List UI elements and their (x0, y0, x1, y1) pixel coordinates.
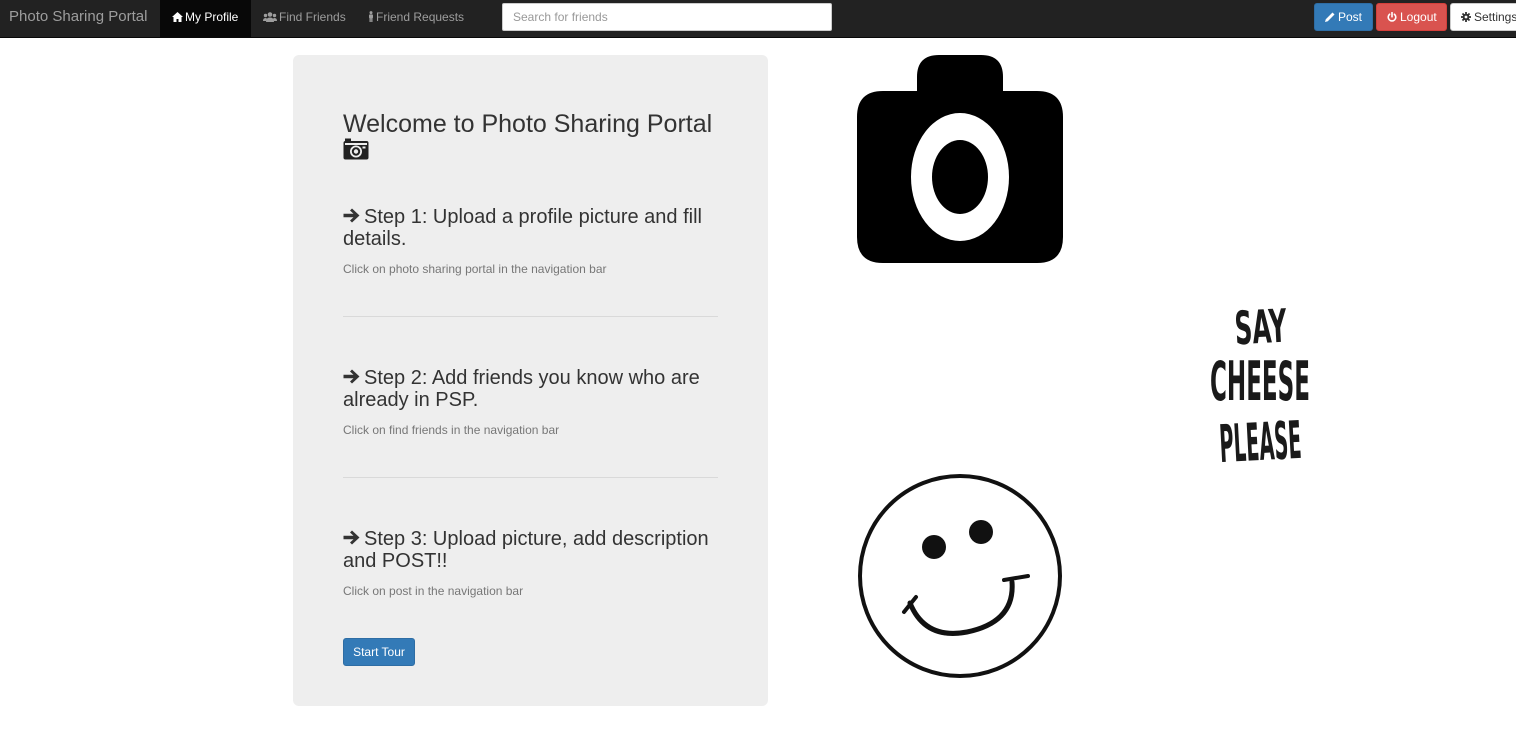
smiley-face-image (858, 474, 1062, 678)
welcome-title: Welcome to Photo Sharing Portal (343, 110, 713, 138)
step-1: Step 1: Upload a profile picture and fil… (343, 206, 733, 277)
top-navbar: Photo Sharing Portal My Profile Find Fri… (0, 0, 1516, 38)
welcome-panel: Welcome to Photo Sharing Portal Step 1: … (293, 55, 768, 706)
camera-icon (343, 138, 369, 160)
step-3: Step 3: Upload picture, add description … (343, 528, 733, 599)
step-3-description: Click on post in the navigation bar (343, 584, 524, 598)
search-input[interactable] (502, 3, 832, 31)
welcome-heading: Welcome to Photo Sharing Portal (343, 110, 733, 160)
power-icon (1387, 11, 1397, 22)
step-divider (343, 316, 718, 317)
step-1-description: Click on photo sharing portal in the nav… (343, 262, 607, 276)
arrow-right-icon (343, 530, 360, 545)
nav-find-friends-label: Find Friends (279, 10, 346, 24)
say-cheese-please-image: SAY CHEESE PLEASE (1210, 299, 1310, 470)
nav-my-profile[interactable]: My Profile (160, 0, 251, 37)
nav-friend-requests[interactable]: Friend Requests (356, 0, 476, 37)
camera-image (857, 55, 1063, 263)
user-icon (369, 11, 373, 23)
pencil-icon (1325, 12, 1335, 22)
brand-link[interactable]: Photo Sharing Portal (9, 0, 147, 34)
users-icon (263, 12, 277, 22)
say-cheese-line-1: SAY (1233, 299, 1288, 356)
step-2-description: Click on find friends in the navigation … (343, 423, 560, 437)
post-button-label: Post (1338, 10, 1363, 24)
step-2-heading-text: Step 2: Add friends you know who are alr… (343, 367, 700, 411)
start-tour-button[interactable]: Start Tour (343, 638, 415, 666)
nav-find-friends[interactable]: Find Friends (251, 0, 358, 37)
nav-friend-requests-label: Friend Requests (376, 10, 465, 24)
arrow-right-icon (343, 369, 360, 384)
nav-my-profile-label: My Profile (185, 10, 239, 24)
step-1-heading: Step 1: Upload a profile picture and fil… (343, 206, 733, 250)
arrow-right-icon (343, 208, 360, 223)
step-3-heading-text: Step 3: Upload picture, add description … (343, 528, 709, 572)
gear-icon (1461, 11, 1471, 22)
step-1-heading-text: Step 1: Upload a profile picture and fil… (343, 206, 702, 250)
home-icon (172, 11, 183, 22)
step-3-heading: Step 3: Upload picture, add description … (343, 528, 733, 572)
logout-button[interactable]: Logout (1376, 3, 1447, 31)
step-2-heading: Step 2: Add friends you know who are alr… (343, 367, 733, 411)
settings-button-label: Settings (1474, 10, 1516, 24)
settings-button[interactable]: Settings (1450, 3, 1516, 31)
logout-button-label: Logout (1400, 10, 1437, 24)
say-cheese-line-3: PLEASE (1218, 411, 1303, 470)
say-cheese-line-2: CHEESE (1210, 350, 1310, 413)
post-button[interactable]: Post (1314, 3, 1373, 31)
step-divider (343, 477, 718, 478)
step-2: Step 2: Add friends you know who are alr… (343, 367, 733, 438)
